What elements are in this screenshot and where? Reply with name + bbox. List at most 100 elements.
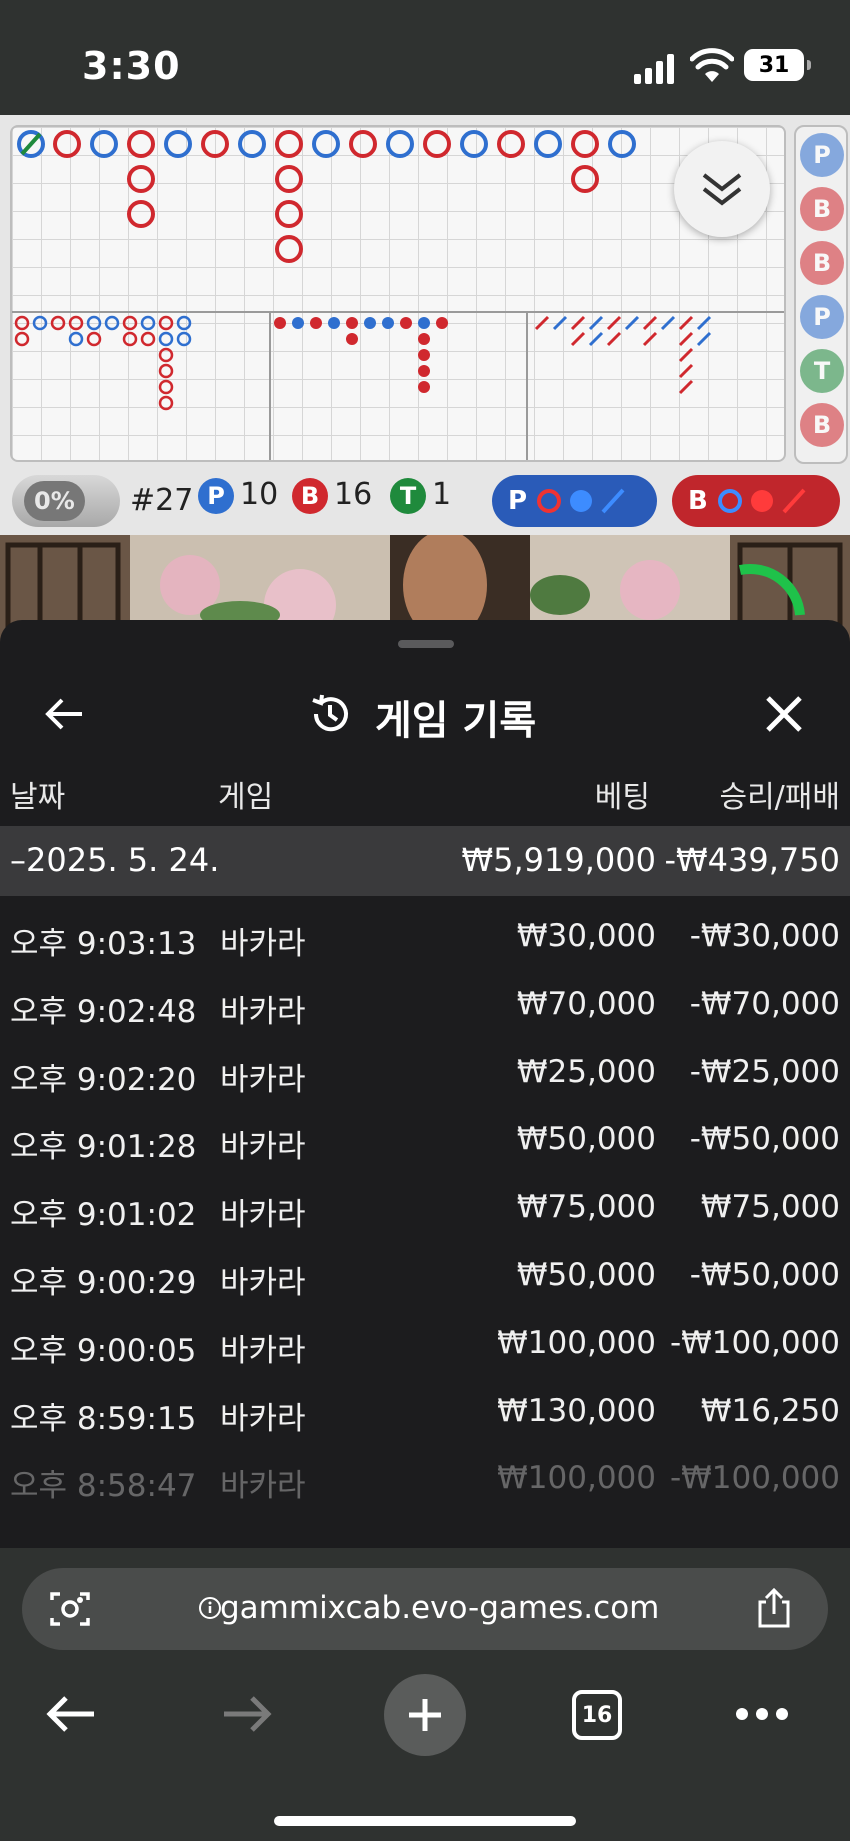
status-time: 3:30 — [82, 44, 181, 88]
date-group-winloss: -₩439,750 — [664, 841, 840, 879]
home-indicator — [274, 1816, 576, 1826]
row-winloss: -₩30,000 — [689, 918, 840, 954]
row-game: 바카라 — [220, 1265, 306, 1301]
row-game: 바카라 — [220, 1197, 306, 1234]
percent-toggle[interactable]: 0% — [12, 475, 120, 527]
sheet-title: 게임 기록 — [375, 698, 537, 744]
collapse-roads-button[interactable] — [674, 141, 770, 237]
prediction-markers-icon — [717, 488, 806, 514]
row-winloss: ₩75,000 — [700, 1189, 840, 1226]
date-group-bet: ₩5,919,000 — [461, 841, 657, 879]
tie-count-value: 1 — [432, 477, 452, 512]
bead-plate-column: P B B P T B — [794, 125, 848, 464]
tabs-button[interactable]: 16 — [572, 1690, 622, 1740]
row-winloss: -₩50,000 — [689, 1257, 840, 1293]
row-bet: ₩50,000 — [516, 1121, 656, 1158]
bead-item: P — [800, 295, 844, 339]
row-bet: ₩75,000 — [516, 1189, 656, 1226]
status-bar: 3:30 31 — [0, 0, 850, 115]
back-arrow-icon[interactable] — [42, 692, 86, 736]
date-group-label: –2025. 5. 24. — [10, 841, 220, 879]
row-game: 바카라 — [220, 1332, 306, 1369]
history-row[interactable]: 오후 9:02:20 바카라 ₩25,000 -₩25,000 — [0, 1040, 850, 1108]
player-prediction-button[interactable]: P — [492, 475, 657, 527]
chevron-double-down-icon — [702, 173, 742, 206]
visual-lookup-icon[interactable] — [48, 1588, 92, 1630]
row-time: 오후 9:02:48 — [10, 993, 197, 1030]
address-bar[interactable]: gammixcab.evo-games.com — [22, 1568, 828, 1650]
history-row[interactable]: 오후 9:02:48 바카라 ₩70,000 -₩70,000 — [0, 972, 850, 1040]
tie-ball-icon: T — [390, 477, 426, 514]
banker-count-value: 16 — [334, 477, 373, 512]
row-game: 바카라 — [220, 926, 306, 962]
browser-back-icon[interactable] — [44, 1692, 98, 1736]
history-row[interactable]: 오후 9:00:29 바카라 ₩50,000 -₩50,000 — [0, 1243, 850, 1311]
history-icon — [312, 694, 348, 732]
banker-count: B 16 — [292, 477, 372, 514]
new-tab-button[interactable] — [384, 1674, 466, 1756]
row-time: 오후 8:59:15 — [10, 1400, 197, 1437]
game-history-sheet: 게임 기록 날짜 게임 베팅 승리/패배 –2025. 5. 24. ₩5,91… — [0, 620, 850, 1548]
plus-icon — [409, 1699, 441, 1731]
row-bet: ₩70,000 — [516, 985, 656, 1022]
big-road-grid — [10, 125, 786, 462]
row-time: 오후 9:02:20 — [10, 1061, 197, 1098]
column-header-winloss: 승리/패배 — [719, 780, 840, 815]
row-winloss: -₩25,000 — [689, 1053, 840, 1090]
row-winloss: -₩70,000 — [689, 985, 840, 1022]
history-row[interactable]: 오후 8:58:47 바카라 ₩100,000 -₩100,000 — [0, 1446, 850, 1514]
baccarat-scoreboard: P B B P T B 0% #27 P 10 B 16 T1 P B — [0, 115, 850, 535]
bead-item: B — [800, 187, 844, 231]
row-game: 바카라 — [220, 1468, 306, 1505]
row-game: 바카라 — [220, 1400, 306, 1437]
road-markers — [12, 130, 784, 460]
more-icon[interactable] — [734, 1704, 790, 1724]
tie-count: T1 — [390, 477, 451, 514]
row-bet: ₩25,000 — [516, 1053, 656, 1090]
history-row[interactable]: 오후 9:03:13 바카라 ₩30,000 -₩30,000 — [0, 904, 850, 972]
sheet-grabber[interactable] — [398, 640, 454, 648]
banker-prediction-button[interactable]: B — [672, 475, 840, 527]
sheet-header: 게임 기록 — [0, 660, 850, 770]
row-time: 오후 8:58:47 — [10, 1468, 197, 1505]
cellular-signal-icon — [634, 54, 674, 84]
row-winloss: ₩16,250 — [700, 1392, 840, 1429]
player-ball-icon: P — [198, 477, 234, 514]
prediction-markers-icon — [537, 488, 625, 514]
column-header-game: 게임 — [218, 780, 274, 815]
row-bet: ₩30,000 — [516, 918, 656, 954]
browser-toolbar: gammixcab.evo-games.com 16 — [0, 1548, 850, 1841]
battery-indicator: 31 — [744, 49, 811, 81]
row-bet: ₩50,000 — [516, 1257, 656, 1293]
row-bet: ₩100,000 — [497, 1324, 656, 1361]
row-bet: ₩130,000 — [497, 1392, 656, 1429]
row-winloss: -₩100,000 — [669, 1324, 840, 1361]
close-icon[interactable] — [762, 692, 806, 736]
roads-summary: 0% #27 P 10 B 16 T1 P B — [0, 465, 850, 535]
banker-ball-icon: B — [292, 477, 328, 514]
browser-forward-icon[interactable] — [220, 1692, 274, 1736]
history-row[interactable]: 오후 9:01:28 바카라 ₩50,000 -₩50,000 — [0, 1107, 850, 1175]
bead-item: P — [800, 133, 844, 177]
player-count-value: 10 — [240, 477, 279, 512]
player-prediction-label: P — [508, 486, 528, 516]
player-count: P 10 — [198, 477, 278, 514]
row-game: 바카라 — [220, 993, 306, 1030]
row-time: 오후 9:00:05 — [10, 1332, 197, 1369]
row-game: 바카라 — [220, 1129, 306, 1166]
bead-item: T — [800, 349, 844, 393]
percent-label: 0% — [24, 481, 85, 521]
row-winloss: -₩50,000 — [689, 1121, 840, 1158]
row-time: 오후 9:01:28 — [10, 1129, 197, 1166]
share-icon[interactable] — [754, 1586, 794, 1630]
row-time: 오후 9:00:29 — [10, 1265, 197, 1301]
row-time: 오후 9:03:13 — [10, 926, 197, 962]
banker-prediction-label: B — [688, 486, 708, 516]
history-row[interactable]: 오후 9:00:05 바카라 ₩100,000 -₩100,000 — [0, 1311, 850, 1379]
bead-item: B — [800, 403, 844, 447]
history-row[interactable]: 오후 8:59:15 바카라 ₩130,000 ₩16,250 — [0, 1379, 850, 1447]
date-group-row[interactable]: –2025. 5. 24. ₩5,919,000 -₩439,750 — [0, 826, 850, 896]
history-row[interactable]: 오후 9:01:02 바카라 ₩75,000 ₩75,000 — [0, 1175, 850, 1243]
wifi-icon — [690, 48, 734, 82]
info-icon — [199, 1597, 221, 1619]
